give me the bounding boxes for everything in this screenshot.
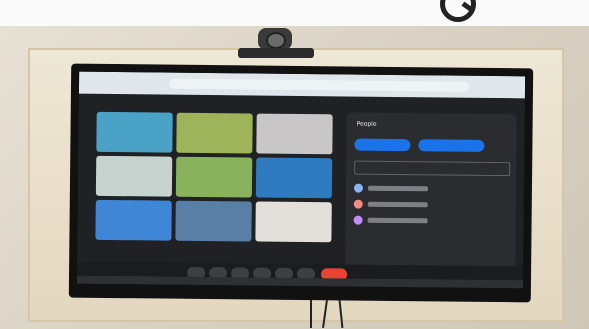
list-item-text (367, 217, 428, 224)
video-tile[interactable] (255, 201, 332, 243)
webcam-lens-icon (266, 32, 286, 49)
avatar (353, 199, 363, 209)
panel-title: People (356, 120, 377, 128)
webcam (238, 28, 318, 62)
video-tile[interactable] (176, 112, 253, 154)
wall-monitor: People (68, 63, 534, 303)
video-grid (95, 111, 334, 244)
address-bar[interactable] (168, 78, 470, 92)
top-strip (0, 0, 589, 26)
list-item[interactable] (353, 199, 504, 213)
people-panel: People (345, 112, 517, 273)
video-tile[interactable] (175, 200, 252, 242)
panel-action-button[interactable] (418, 139, 485, 152)
list-item-text (367, 201, 428, 208)
cables (300, 299, 360, 329)
avatar (353, 215, 363, 225)
monitor-screen: People (76, 71, 526, 289)
list-item[interactable] (353, 215, 504, 229)
video-tile[interactable] (255, 157, 333, 199)
list-item-text (367, 185, 428, 192)
cable (310, 300, 312, 328)
webcam-mount-bar (238, 48, 314, 58)
video-tile[interactable] (96, 111, 173, 153)
video-tile[interactable] (95, 155, 173, 197)
cable (322, 299, 328, 329)
video-tile[interactable] (256, 113, 333, 155)
panel-action-button[interactable] (354, 138, 411, 152)
cable (338, 299, 344, 329)
list-item[interactable] (353, 183, 504, 197)
video-tile[interactable] (175, 156, 253, 198)
avatar (353, 183, 363, 193)
browser-toolbar (78, 71, 526, 99)
video-tile[interactable] (95, 199, 172, 241)
search-field[interactable] (354, 160, 511, 177)
